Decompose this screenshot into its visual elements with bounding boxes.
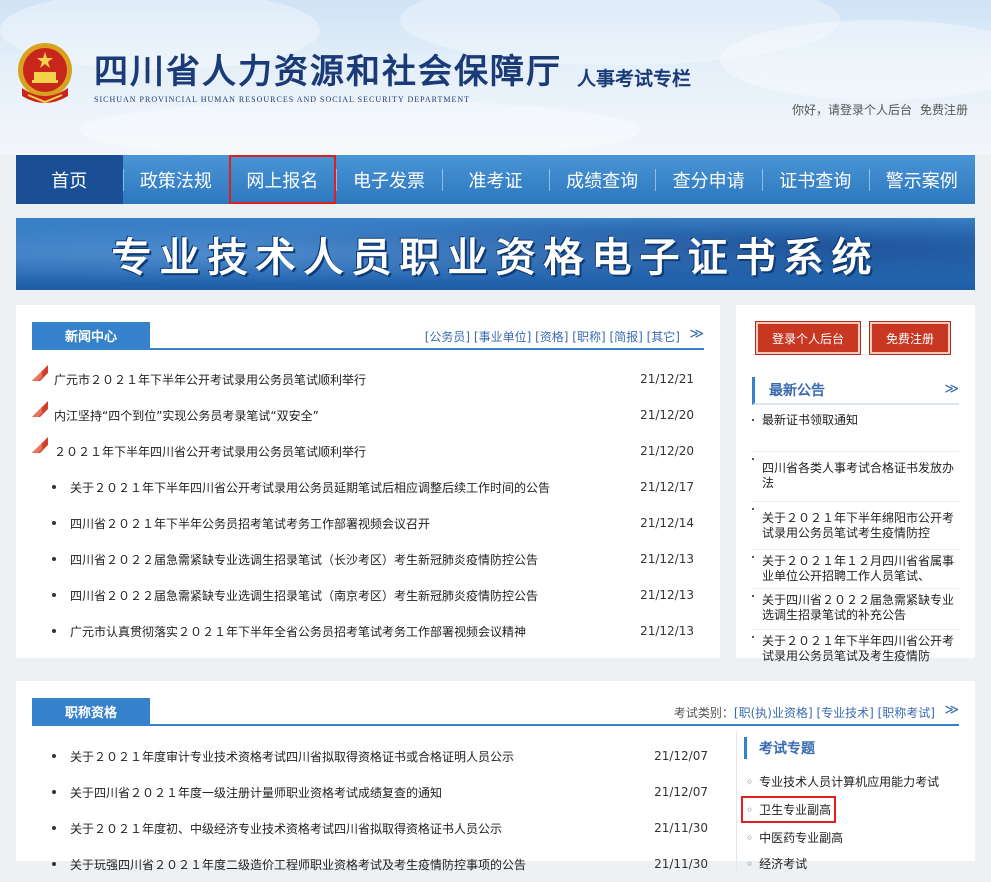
bullet-icon [52, 485, 56, 489]
new-badge-icon [32, 365, 48, 381]
notice-item[interactable]: 关于２０２１年下半年绵阳市公开考试录用公务员笔试考生疫情防控 [752, 502, 959, 550]
list-item[interactable]: 四川省２０２１年下半年公务员招考笔试考务工作部署视频会议召开 21/12/14 [32, 505, 694, 541]
login-link[interactable]: 你好，请登录个人后台 [792, 103, 912, 117]
category-link[interactable]: [职(执)业资格] [专业技术] [职称考试] [734, 706, 935, 720]
notice-item[interactable]: 最新证书领取通知 [752, 413, 959, 452]
latest-notice-title: 最新公告 [752, 377, 959, 405]
notice-item[interactable]: 关于２０２１年下半年四川省公开考试录用公务员笔试及考生疫情防 [752, 630, 959, 670]
list-item[interactable]: 关于２０２１年下半年四川省公开考试录用公务员延期笔试后相应调整后续工作时间的公告… [32, 469, 694, 505]
site-title: 四川省人力资源和社会保障厅 [94, 52, 562, 92]
nav-admission-ticket[interactable]: 准考证 [442, 155, 549, 204]
cert-tab-title[interactable]: 职称资格 [32, 698, 150, 725]
national-emblem-icon [18, 43, 72, 104]
news-tab-title[interactable]: 新闻中心 [32, 322, 150, 349]
topic-computer-skills[interactable]: 专业技术人员计算机应用能力考试 [746, 773, 939, 790]
bullet-icon [52, 862, 56, 866]
bullet-icon [52, 629, 56, 633]
bullet-icon [52, 557, 56, 561]
list-item[interactable]: 内江坚持“四个到位”实现公务员考录笔试“双安全” 21/12/20 [32, 397, 694, 433]
more-icon[interactable]: ≫ [689, 326, 704, 342]
site-subtitle: SICHUAN PROVINCIAL HUMAN RESOURCES AND S… [94, 95, 471, 104]
notice-item[interactable]: 四川省各类人事考试合格证书发放办法 [752, 452, 959, 502]
nav-online-registration[interactable]: 网上报名 [229, 155, 336, 204]
list-item[interactable]: 关于２０２１年度初、中级经济专业技术资格考试四川省拟取得资格证书人员公示 21/… [32, 810, 708, 846]
exam-topic-title: 考试专题 [744, 737, 815, 759]
news-center-panel: 新闻中心 [公务员] [事业单位] [资格] [职称] [简报] [其它] ≫ … [16, 305, 720, 658]
nav-policy[interactable]: 政策法规 [122, 155, 230, 204]
special-column-title: 人事考试专栏 [577, 68, 692, 90]
nav-e-invoice[interactable]: 电子发票 [335, 155, 443, 204]
nav-score-review[interactable]: 查分申请 [655, 155, 762, 204]
news-category-links[interactable]: [公务员] [事业单位] [资格] [职称] [简报] [其它] [425, 328, 680, 345]
more-icon[interactable]: ≫ [944, 381, 959, 397]
list-item[interactable]: 关于四川省２０２１年度一级注册计量师职业资格考试成绩复查的通知 21/12/07 [32, 774, 708, 810]
side-panel: 登录个人后台 免费注册 最新公告 ≫ 最新证书领取通知 四川省各类人事考试合格证… [736, 305, 975, 663]
new-badge-icon [32, 401, 48, 417]
register-link[interactable]: 免费注册 [920, 103, 968, 117]
new-badge-icon [32, 437, 48, 453]
bullet-icon [52, 754, 56, 758]
cert-list: 关于２０２１年度审计专业技术资格考试四川省拟取得资格证书或合格证明人员公示 21… [32, 738, 708, 882]
bullet-icon [52, 593, 56, 597]
notice-item[interactable]: 关于四川省２０２２届急需紧缺专业选调生招录笔试的补充公告 [752, 589, 959, 630]
cert-category-links: 考试类别：[职(执)业资格] [专业技术] [职称考试] [674, 704, 935, 721]
login-backend-button[interactable]: 登录个人后台 [756, 322, 860, 354]
bullet-icon [52, 521, 56, 525]
register-button[interactable]: 免费注册 [870, 322, 950, 354]
professional-title-panel: 职称资格 考试类别：[职(执)业资格] [专业技术] [职称考试] ≫ 关于２０… [16, 681, 975, 872]
list-item[interactable]: 关于２０２１年度审计专业技术资格考试四川省拟取得资格证书或合格证明人员公示 21… [32, 738, 708, 774]
more-icon[interactable]: ≫ [944, 702, 959, 718]
divider [32, 348, 704, 350]
bullet-icon [52, 826, 56, 830]
news-list: 广元市２０２１年下半年公开考试录用公务员笔试顺利举行 21/12/21 内江坚持… [32, 361, 694, 649]
nav-certificate-query[interactable]: 证书查询 [761, 155, 869, 204]
notice-list: 最新证书领取通知 四川省各类人事考试合格证书发放办法 关于２０２１年下半年绵阳市… [752, 413, 959, 670]
bullet-icon [52, 790, 56, 794]
category-label: 考试类别： [673, 706, 734, 720]
banner-text: 专业技术人员职业资格电子证书系统 [111, 234, 880, 281]
list-item[interactable]: 四川省２０２２届急需紧缺专业选调生招录笔试（长沙考区）考生新冠肺炎疫情防控公告 … [32, 541, 694, 577]
list-item[interactable]: 广元市认真贯彻落实２０２１年下半年全省公务员招考笔试考务工作部署视频会议精神 2… [32, 613, 694, 649]
list-item[interactable]: 四川省２０２２届急需紧缺专业选调生招录笔试（南京考区）考生新冠肺炎疫情防控公告 … [32, 577, 694, 613]
nav-score-query[interactable]: 成绩查询 [548, 155, 656, 204]
list-item[interactable]: ２０２１年下半年四川省公开考试录用公务员笔试顺利举行 21/12/20 [32, 433, 694, 469]
certificate-system-banner[interactable]: 专业技术人员职业资格电子证书系统 [16, 218, 975, 290]
site-header: 四川省人力资源和社会保障厅 SICHUAN PROVINCIAL HUMAN R… [0, 0, 991, 155]
topic-economics[interactable]: 经济考试 [746, 855, 807, 872]
list-item[interactable]: 广元市２０２１年下半年公开考试录用公务员笔试顺利举行 21/12/21 [32, 361, 694, 397]
user-links: 你好，请登录个人后台 免费注册 [792, 101, 968, 118]
nav-warning-cases[interactable]: 警示案例 [868, 155, 976, 204]
notice-item[interactable]: 关于２０２１年１２月四川省省属事业单位公开招聘工作人员笔试、 [752, 550, 959, 589]
nav-home[interactable]: 首页 [16, 155, 123, 204]
divider [32, 724, 959, 726]
divider [736, 731, 737, 871]
main-nav: 首页 政策法规 网上报名 电子发票 准考证 成绩查询 查分申请 证书查询 警示案… [16, 155, 975, 204]
list-item[interactable]: 关于玩强四川省２０２１年度二级造价工程师职业资格考试及考生疫情防控事项的公告 2… [32, 846, 708, 882]
topic-health-senior[interactable]: 卫生专业副高 [740, 796, 837, 823]
topic-tcm-senior[interactable]: 中医药专业副高 [746, 829, 843, 846]
